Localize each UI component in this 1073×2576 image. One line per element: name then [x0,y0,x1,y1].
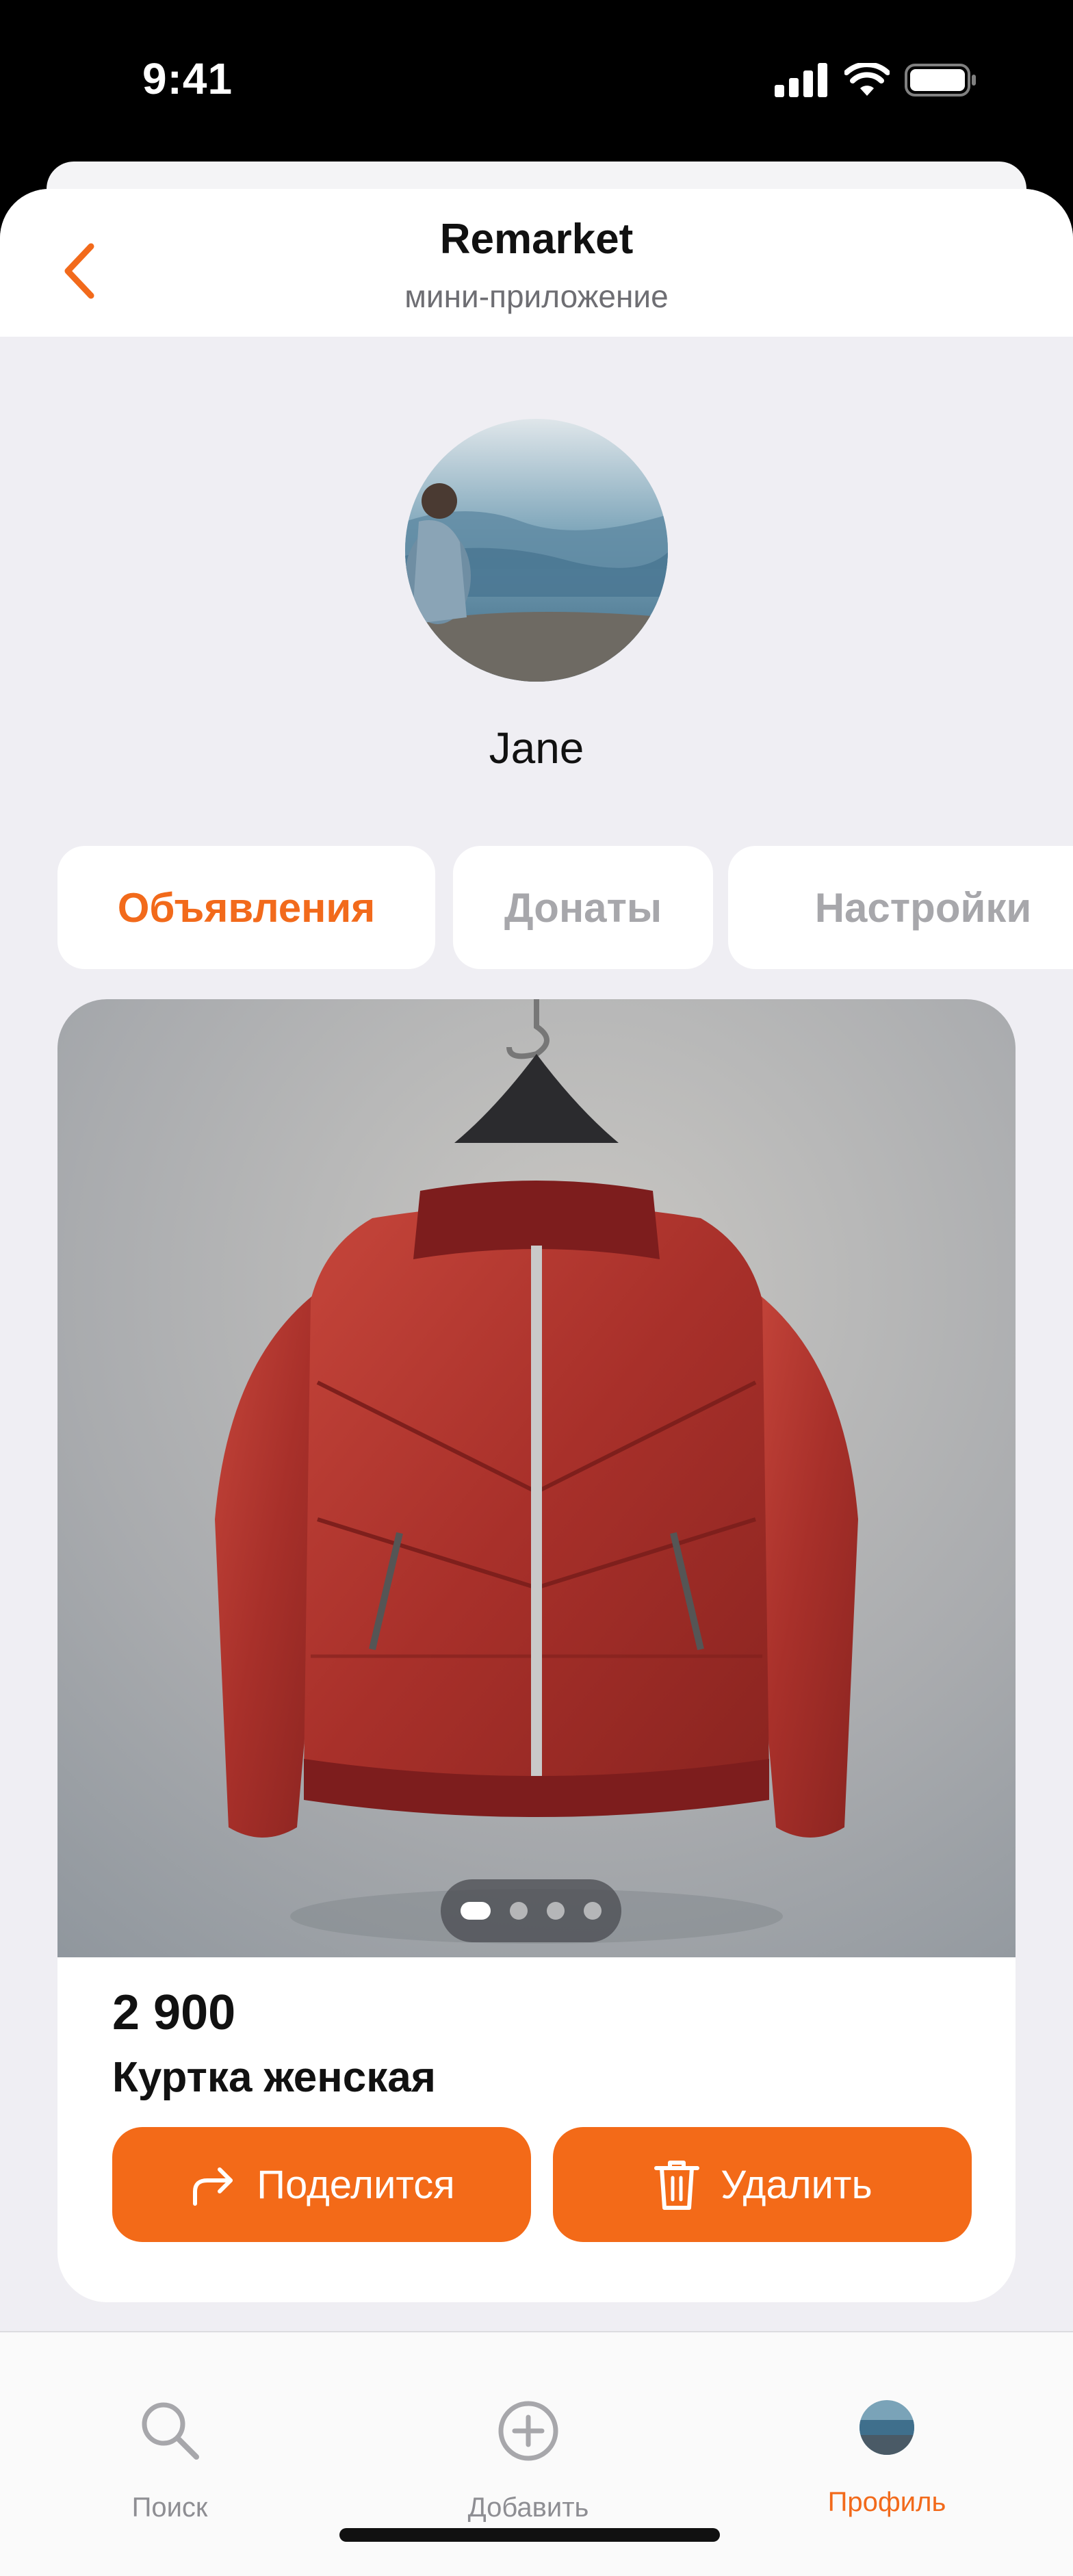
page-dot[interactable] [584,1902,602,1920]
delete-button[interactable]: Удалить [553,2127,972,2242]
listing-card[interactable]: 2 900 Куртка женская Поделится Удалить [57,999,1016,2302]
mini-app-sheet: Remarket мини-приложение Jane Объявления… [0,189,1073,2576]
wifi-icon [844,63,890,96]
tabbar-label-search: Поиск [131,2493,208,2523]
cellular-signal-icon [775,63,827,97]
avatar-image [405,419,668,682]
avatar-icon [859,2400,914,2455]
app-header: Remarket мини-приложение [0,189,1073,337]
share-arrow-icon [193,2167,233,2206]
page-dot[interactable] [510,1902,528,1920]
jacket-photo [57,999,1016,1957]
status-icons [775,63,977,97]
status-time: 9:41 [142,54,233,103]
page-dot[interactable] [547,1902,565,1920]
tabbar-label-profile: Профиль [827,2487,946,2517]
home-indicator [339,2528,720,2542]
profile-name: Jane [489,723,584,773]
listing-title: Куртка женская [112,2054,436,2101]
delete-label: Удалить [721,2162,872,2207]
tab-listings[interactable]: Объявления [57,846,435,969]
profile-avatar[interactable] [405,419,668,682]
listing-image[interactable] [57,999,1016,1957]
app-subtitle: мини-приложение [404,279,669,314]
image-pagination[interactable] [441,1879,621,1942]
share-button[interactable]: Поделится [112,2127,531,2242]
add-circle-icon [498,2401,558,2461]
page-dot-active[interactable] [461,1902,491,1920]
status-bar: 9:41 [0,0,1073,164]
share-label: Поделится [257,2162,455,2207]
app-title: Remarket [439,216,634,263]
tab-donations[interactable]: Донаты [453,846,713,969]
tab-settings[interactable]: Настройки [728,846,1073,969]
search-icon [142,2402,199,2460]
trash-icon [654,2161,700,2210]
tabbar-label-add: Добавить [467,2493,589,2523]
battery-icon [905,64,976,96]
listing-price: 2 900 [112,1985,236,2040]
